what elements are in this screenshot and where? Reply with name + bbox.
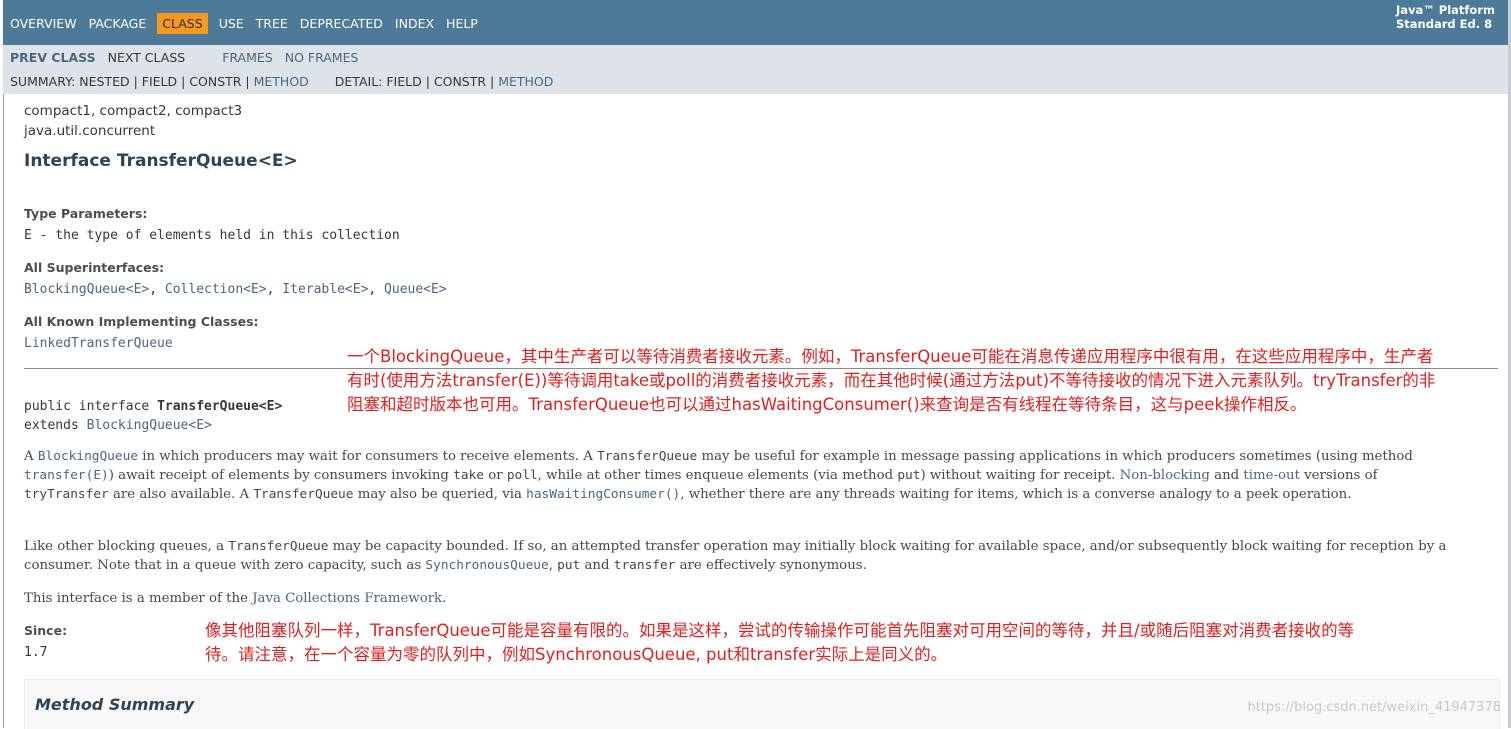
superinterface-link[interactable]: Queue<E> <box>384 282 447 297</box>
summary-label: SUMMARY: NESTED | FIELD | CONSTR | <box>10 74 254 89</box>
has-waiting-consumer-link[interactable]: hasWaitingConsumer() <box>526 487 680 502</box>
top-nav-links: OVERVIEW PACKAGE CLASS USE TREE DEPRECAT… <box>10 12 490 34</box>
superinterface-link[interactable]: Iterable<E> <box>282 282 368 297</box>
since-label: Since: <box>24 623 68 638</box>
impl-classes-label: All Known Implementing Classes: <box>24 314 259 329</box>
summary-method-link[interactable]: METHOD <box>254 74 309 89</box>
signature-name: TransferQueue<E> <box>157 399 283 414</box>
type-params-label: Type Parameters: <box>24 206 148 221</box>
detail-method-link[interactable]: METHOD <box>498 74 553 89</box>
interface-signature: public interface TransferQueue<E> extend… <box>24 397 282 435</box>
list-separator: , <box>368 282 385 297</box>
description-paragraph-3: This interface is a member of the Java C… <box>24 591 447 606</box>
nav-use[interactable]: USE <box>219 16 244 31</box>
chinese-annotation-1: 一个BlockingQueue，其中生产者可以等待消费者接收元素。例如，Tran… <box>347 347 1436 414</box>
sub-nav-bar: PREV CLASS NEXT CLASS FRAMES NO FRAMES S… <box>3 45 1511 94</box>
platform-line1: Java™ Platform <box>1396 3 1495 17</box>
next-class-label: NEXT CLASS <box>107 50 186 65</box>
nav-help[interactable]: HELP <box>446 16 478 31</box>
superinterfaces-list: BlockingQueue<E>, Collection<E>, Iterabl… <box>24 282 447 297</box>
chinese-annotation-2: 像其他阻塞队列一样，TransferQueue可能是容量有限的。如果是这样，尝试… <box>205 621 1355 664</box>
prev-class-link[interactable]: PREV CLASS <box>10 50 96 65</box>
impl-class-link[interactable]: LinkedTransferQueue <box>24 336 173 351</box>
no-frames-link[interactable]: NO FRAMES <box>285 50 359 65</box>
sub-nav-row-2: SUMMARY: NESTED | FIELD | CONSTR | METHO… <box>10 74 553 89</box>
nav-overview[interactable]: OVERVIEW <box>10 16 77 31</box>
type-params-value: E - the type of elements held in this co… <box>24 228 400 243</box>
nav-index[interactable]: INDEX <box>395 16 434 31</box>
left-border <box>3 94 4 728</box>
collections-framework-link[interactable]: Java Collections Framework <box>252 591 442 606</box>
detail-label: DETAIL: FIELD | CONSTR | <box>334 74 499 89</box>
signature-extends: extends <box>24 418 87 433</box>
synchronousqueue-link[interactable]: SynchronousQueue <box>425 558 548 573</box>
description-paragraph-1: A BlockingQueue in which producers may w… <box>24 449 1413 502</box>
nav-class-active: CLASS <box>157 12 208 34</box>
nav-package[interactable]: PACKAGE <box>89 16 147 31</box>
top-nav-bar: OVERVIEW PACKAGE CLASS USE TREE DEPRECAT… <box>3 0 1511 45</box>
superinterfaces-label: All Superinterfaces: <box>24 260 165 275</box>
list-separator: , <box>149 282 165 297</box>
method-summary-heading: Method Summary <box>35 695 195 714</box>
description-paragraph-2: Like other blocking queues, a TransferQu… <box>24 539 1447 573</box>
signature-prefix: public interface <box>24 399 158 414</box>
list-separator: , <box>266 282 283 297</box>
superinterface-link[interactable]: Collection<E> <box>165 282 267 297</box>
platform-label: Java™ Platform Standard Ed. 8 <box>1396 3 1495 31</box>
time-out-link[interactable]: time-out <box>1243 468 1299 483</box>
page-title: Interface TransferQueue<E> <box>24 151 298 171</box>
signature-parent-link[interactable]: BlockingQueue<E> <box>87 418 212 433</box>
non-blocking-link[interactable]: Non-blocking <box>1120 468 1210 483</box>
platform-line2: Standard Ed. 8 <box>1396 17 1493 31</box>
package-name: java.util.concurrent <box>24 123 156 139</box>
nav-deprecated[interactable]: DEPRECATED <box>300 16 383 31</box>
frames-link[interactable]: FRAMES <box>222 50 273 65</box>
transfer-method-link[interactable]: transfer(E) <box>24 468 109 483</box>
nav-tree[interactable]: TREE <box>256 16 288 31</box>
superinterface-link[interactable]: BlockingQueue<E> <box>24 282 149 297</box>
profiles-text: compact1, compact2, compact3 <box>24 103 243 119</box>
blockingqueue-link[interactable]: BlockingQueue <box>38 449 138 464</box>
sub-nav-row-1: PREV CLASS NEXT CLASS FRAMES NO FRAMES <box>10 50 358 65</box>
watermark: https://blog.csdn.net/weixin_41947378 <box>1247 700 1501 715</box>
since-value: 1.7 <box>24 645 48 660</box>
